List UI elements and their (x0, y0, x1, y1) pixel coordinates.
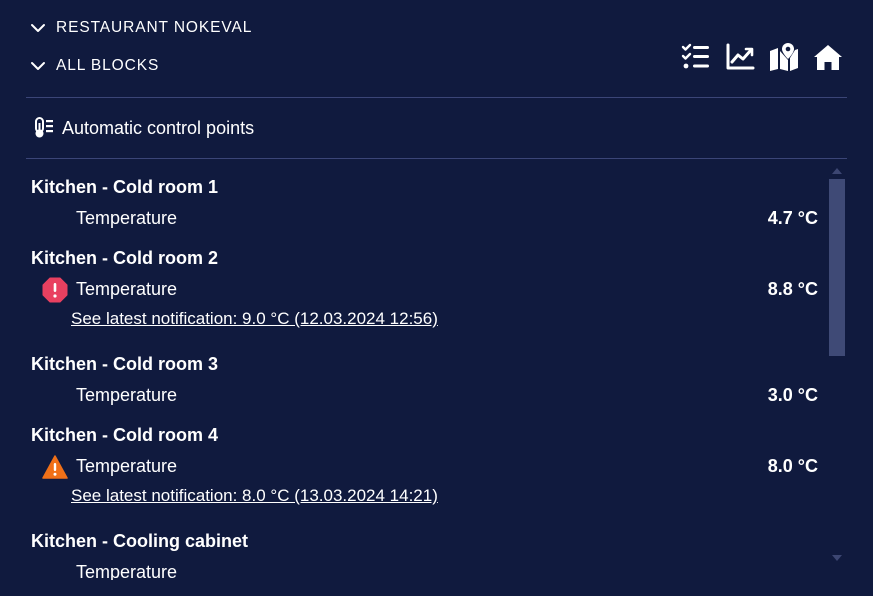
reading-row[interactable]: Temperature 8.8 °C (26, 277, 818, 307)
toolbar (681, 42, 843, 72)
reading-row[interactable]: Temperature (26, 562, 818, 580)
group-title: Kitchen - Cold room 2 (31, 248, 219, 268)
thermometer-list-icon (35, 117, 53, 138)
breadcrumb-restaurant[interactable]: RESTAURANT NOKEVAL (30, 19, 252, 37)
reading-label: Temperature (76, 385, 178, 405)
reading-value: 4.7 °C (767, 208, 818, 228)
scroll-thumb[interactable] (829, 179, 845, 356)
chart-line-icon (726, 43, 755, 70)
section-header: Automatic control points (34, 117, 254, 139)
checklist-button[interactable] (681, 42, 711, 72)
breadcrumb-label: ALL BLOCKS (56, 57, 160, 74)
chevron-down-icon (31, 62, 45, 70)
home-button[interactable] (813, 42, 843, 72)
home-icon (814, 45, 842, 70)
breadcrumb-blocks[interactable]: ALL BLOCKS (30, 57, 159, 75)
group-title: Kitchen - Cold room 1 (31, 177, 219, 197)
reading-label: Temperature (76, 456, 178, 476)
reading-row[interactable]: Temperature 3.0 °C (26, 385, 818, 413)
checklist-icon (681, 43, 709, 69)
group-title: Kitchen - Cold room 3 (31, 354, 219, 374)
reading-label: Temperature (76, 208, 178, 228)
notification-link[interactable]: See latest notification: 9.0 °C (12.03.2… (71, 309, 438, 329)
reading-value: 3.0 °C (767, 385, 818, 405)
notification-link[interactable]: See latest notification: 8.0 °C (13.03.2… (71, 486, 438, 506)
reading-label: Temperature (76, 562, 178, 580)
map-button[interactable] (769, 42, 799, 72)
app-root: RESTAURANT NOKEVAL ALL BLOCKS Automatic … (0, 0, 873, 596)
breadcrumb-label: RESTAURANT NOKEVAL (56, 19, 253, 36)
scrollbar[interactable] (827, 166, 847, 566)
group-title: Kitchen - Cooling cabinet (31, 531, 249, 551)
section-title: Automatic control points (62, 117, 255, 138)
reading-value: 8.0 °C (767, 456, 818, 476)
alarm-icon (42, 277, 68, 303)
scroll-up-arrow-icon[interactable] (832, 168, 842, 174)
header: RESTAURANT NOKEVAL ALL BLOCKS (0, 0, 873, 98)
chevron-down-icon (31, 24, 45, 32)
divider (26, 158, 847, 159)
chart-button[interactable] (725, 42, 755, 72)
scroll-down-arrow-icon[interactable] (832, 555, 842, 561)
map-icon (770, 43, 798, 71)
reading-row[interactable]: Temperature 4.7 °C (26, 208, 818, 236)
reading-value: 8.8 °C (767, 279, 818, 299)
divider (26, 97, 847, 98)
reading-row[interactable]: Temperature 8.0 °C (26, 455, 818, 484)
reading-label: Temperature (76, 279, 178, 299)
group-title: Kitchen - Cold room 4 (31, 425, 219, 445)
warning-icon (42, 455, 68, 479)
control-point-list: Kitchen - Cold room 1 Temperature 4.7 °C… (26, 160, 826, 580)
